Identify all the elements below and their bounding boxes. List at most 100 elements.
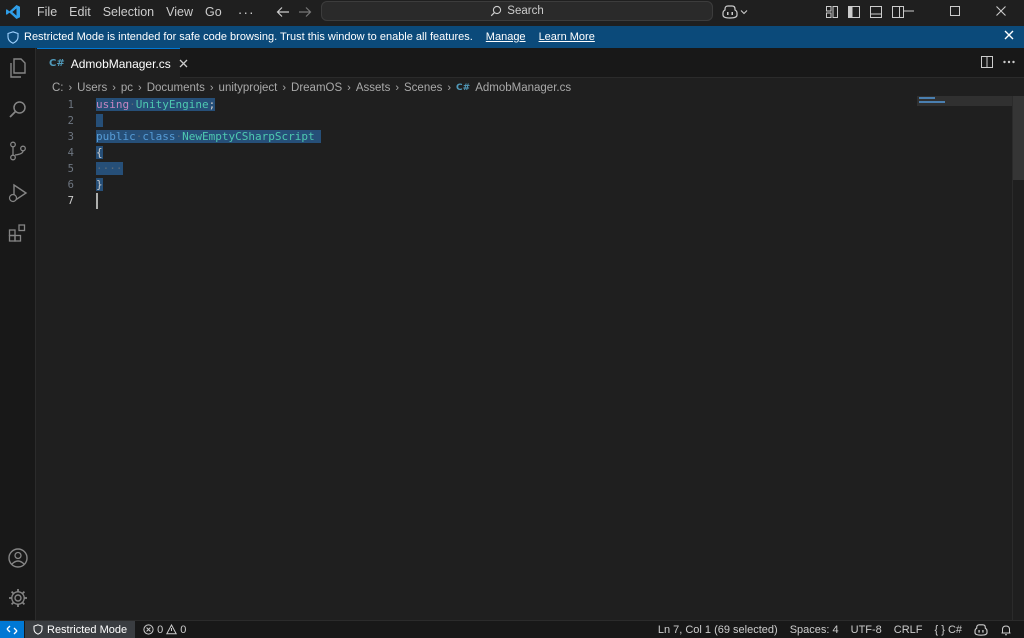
cursor-position[interactable]: Ln 7, Col 1 (69 selected) [652, 624, 784, 636]
notifications-bell-icon[interactable] [994, 624, 1018, 636]
menu-selection[interactable]: Selection [97, 1, 160, 23]
chevron-right-icon: › [347, 82, 351, 94]
code-line-3: public·class·NewEmptyCSharpScript [96, 129, 322, 145]
activity-bar [0, 48, 36, 620]
breadcrumb-item[interactable]: DreamOS [291, 82, 342, 94]
explorer-icon[interactable] [6, 56, 30, 80]
shield-icon [7, 30, 19, 44]
window-controls [886, 0, 1024, 22]
menu-file[interactable]: File [31, 1, 63, 23]
problems-status[interactable]: 0 0 [143, 624, 186, 636]
settings-gear-icon[interactable] [6, 586, 30, 610]
restricted-mode-label: Restricted Mode [47, 623, 128, 636]
error-count: 0 [157, 623, 164, 636]
menu-edit[interactable]: Edit [63, 1, 97, 23]
accounts-icon[interactable] [6, 546, 30, 570]
run-debug-icon[interactable] [6, 181, 30, 205]
chevron-right-icon: › [209, 82, 214, 94]
chevron-down-icon [740, 10, 748, 15]
vertical-scrollbar[interactable] [1012, 96, 1024, 620]
breadcrumb-item[interactable]: Assets [356, 82, 391, 94]
source-control-icon[interactable] [6, 139, 30, 163]
search-icon [491, 5, 502, 17]
chevron-right-icon: › [395, 82, 400, 94]
shield-icon [33, 624, 43, 635]
copilot-icon [722, 5, 738, 19]
punctuation: ; [208, 98, 216, 111]
line-number: 6 [67, 179, 74, 191]
minimap-line [919, 101, 945, 103]
search-label: Search [507, 5, 544, 17]
error-icon [143, 624, 154, 635]
menu-more-button[interactable]: ··· [228, 1, 265, 23]
warning-icon [166, 624, 178, 635]
brace: { [96, 146, 103, 159]
banner-message: Restricted Mode is intended for safe cod… [24, 31, 473, 43]
customize-layout-icon[interactable] [821, 2, 843, 22]
menu-bar: File Edit Selection View Go ··· [31, 1, 265, 23]
breadcrumb-file[interactable]: AdmobManager.cs [475, 82, 571, 94]
line-number: 3 [67, 131, 74, 143]
title-bar: File Edit Selection View Go ··· Search [0, 0, 1024, 24]
menu-go[interactable]: Go [199, 1, 228, 23]
back-arrow-icon[interactable] [272, 2, 294, 22]
text-cursor [96, 193, 98, 209]
split-editor-icon[interactable] [980, 55, 994, 72]
namespace-token: UnityEngine [135, 98, 209, 111]
toggle-primary-sidebar-icon[interactable] [843, 2, 865, 22]
breadcrumb-item[interactable]: Users [77, 82, 107, 94]
minimize-icon[interactable] [886, 0, 932, 22]
copilot-button[interactable] [722, 2, 748, 22]
toggle-panel-icon[interactable] [865, 2, 887, 22]
whitespace: ···· [96, 162, 123, 175]
code-editor[interactable]: 1 2 3 4 5 6 7 using·UnityEngine; public·… [37, 96, 917, 620]
restricted-mode-banner: Restricted Mode is intended for safe cod… [0, 26, 1024, 48]
restricted-mode-status[interactable]: Restricted Mode [25, 621, 136, 638]
maximize-icon[interactable] [932, 0, 978, 22]
manage-link[interactable]: Manage [486, 31, 526, 43]
extensions-icon[interactable] [6, 221, 30, 245]
search-sidebar-icon[interactable] [6, 98, 30, 122]
minimap[interactable] [917, 96, 1012, 620]
breadcrumb-item[interactable]: Documents [147, 82, 205, 94]
chevron-right-icon: › [282, 82, 287, 94]
forward-arrow-icon[interactable] [294, 2, 316, 22]
warning-count: 0 [180, 623, 187, 636]
navigation-arrows [272, 2, 316, 22]
close-window-icon[interactable] [978, 0, 1024, 22]
encoding-status[interactable]: UTF-8 [845, 624, 888, 636]
breadcrumb-item[interactable]: C: [52, 82, 64, 94]
language-mode[interactable]: { } C# [929, 624, 968, 636]
line-number: 2 [67, 115, 74, 127]
indentation-status[interactable]: Spaces: 4 [784, 624, 845, 636]
status-right-group: Ln 7, Col 1 (69 selected) Spaces: 4 UTF-… [652, 621, 1018, 638]
editor-tab-strip: C# AdmobManager.cs [37, 48, 1024, 78]
remote-indicator-icon[interactable] [0, 621, 24, 638]
command-center-search[interactable]: Search [321, 1, 713, 21]
close-banner-icon[interactable] [1004, 30, 1014, 40]
close-icon[interactable] [179, 59, 188, 68]
learn-more-link[interactable]: Learn More [539, 31, 595, 43]
scrollbar-thumb[interactable] [1013, 96, 1024, 180]
breadcrumb-item[interactable]: unityproject [219, 82, 278, 94]
more-actions-icon[interactable] [1002, 55, 1016, 72]
breadcrumb-item[interactable]: pc [121, 82, 133, 94]
code-line-6: } [96, 177, 103, 193]
breadcrumb-item[interactable]: Scenes [404, 82, 442, 94]
chevron-right-icon: › [447, 82, 452, 94]
csharp-file-icon: C# [456, 83, 471, 93]
braces-icon: { } [934, 623, 945, 636]
line-number: 1 [67, 99, 74, 111]
chevron-right-icon: › [68, 82, 73, 94]
keyword: class [142, 130, 176, 143]
line-number-active: 7 [67, 195, 74, 207]
copilot-status-icon[interactable] [968, 623, 994, 636]
code-line-2 [96, 113, 103, 129]
tab-label: AdmobManager.cs [70, 56, 171, 71]
eol-status[interactable]: CRLF [888, 624, 929, 636]
menu-view[interactable]: View [160, 1, 199, 23]
tab-admobmanager[interactable]: C# AdmobManager.cs [37, 48, 188, 78]
minimap-line [919, 97, 935, 99]
vscode-logo-icon [1, 1, 25, 23]
language-label: C# [947, 623, 962, 636]
